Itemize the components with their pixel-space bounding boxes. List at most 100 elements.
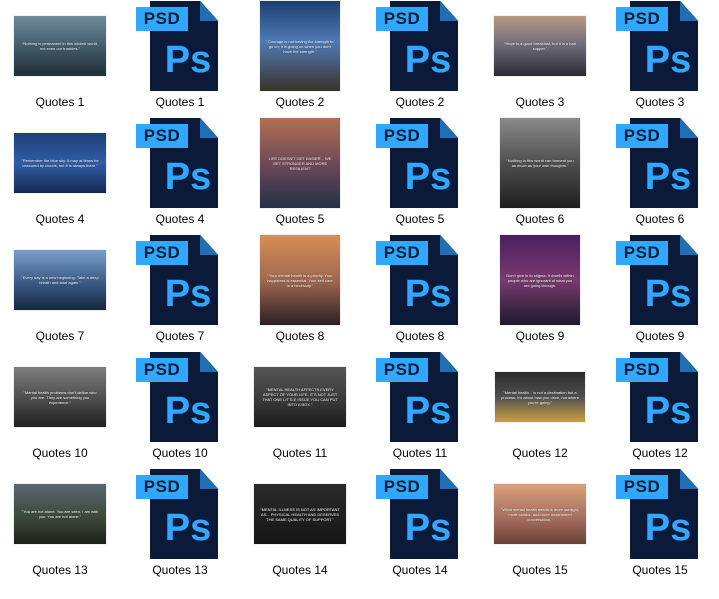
- image-file-item[interactable]: "Nothing in this world can torment you a…: [482, 117, 598, 232]
- thumbnail-quote-text: "Nothing is permanent in this wicked wor…: [21, 41, 99, 51]
- thumbnail-area: "Nothing in this world can torment you a…: [482, 117, 598, 209]
- file-name-label: Quotes 11: [272, 446, 328, 460]
- ps-glyph: Ps: [164, 507, 212, 549]
- image-file-item[interactable]: Don't give in to stigma. It dwells withi…: [482, 234, 598, 349]
- file-name-label: Quotes 8: [395, 329, 445, 343]
- photoshop-file-icon: PSD Ps: [616, 1, 704, 91]
- ps-glyph: Ps: [404, 156, 452, 198]
- image-file-item[interactable]: "Hope is a good breakfast, but it is a b…: [482, 0, 598, 115]
- photoshop-file-icon: PSD Ps: [136, 469, 224, 559]
- thumbnail-area: PSD Ps: [122, 0, 238, 92]
- photoshop-file-icon: PSD Ps: [376, 352, 464, 442]
- thumbnail-quote-text: "Courage is not having the strength to g…: [266, 38, 334, 54]
- psd-badge: PSD: [616, 241, 668, 265]
- thumbnail-quote-text: "You are not alone. You are seen. I am w…: [21, 509, 99, 519]
- image-file-item[interactable]: "Your mental health is a priority. Your …: [242, 234, 358, 349]
- thumbnail-area: "Nothing is permanent in this wicked wor…: [2, 0, 118, 92]
- photoshop-file-icon: PSD Ps: [616, 469, 704, 559]
- ps-glyph: Ps: [164, 273, 212, 315]
- psd-file-item[interactable]: PSD Ps Quotes 8: [362, 234, 478, 349]
- file-name-label: Quotes 10: [32, 446, 88, 460]
- file-name-label: Quotes 14: [272, 563, 328, 577]
- psd-file-item[interactable]: PSD Ps Quotes 7: [122, 234, 238, 349]
- psd-file-item[interactable]: PSD Ps Quotes 4: [122, 117, 238, 232]
- thumbnail-area: PSD Ps: [362, 117, 478, 209]
- thumbnail-area: "You are not alone. You are seen. I am w…: [2, 468, 118, 560]
- thumbnail-area: "Courage is not having the strength to g…: [242, 0, 358, 92]
- file-name-label: Quotes 13: [152, 563, 208, 577]
- thumbnail-area: "Mental health... is not a destination b…: [482, 351, 598, 443]
- file-name-label: Quotes 9: [515, 329, 565, 343]
- image-thumbnail: Don't give in to stigma. It dwells withi…: [500, 235, 580, 325]
- psd-file-item[interactable]: PSD Ps Quotes 11: [362, 351, 478, 466]
- psd-file-item[interactable]: PSD Ps Quotes 15: [602, 468, 718, 583]
- file-name-label: Quotes 15: [512, 563, 568, 577]
- photoshop-file-icon: PSD Ps: [136, 235, 224, 325]
- image-thumbnail: "MENTAL ILLNESS IS NOT AS IMPORTANT AS..…: [254, 484, 346, 544]
- image-file-item[interactable]: "MENTAL ILLNESS IS NOT AS IMPORTANT AS..…: [242, 468, 358, 583]
- psd-file-item[interactable]: PSD Ps Quotes 2: [362, 0, 478, 115]
- image-file-item[interactable]: "Every day is a new beginning. Take a de…: [2, 234, 118, 349]
- thumbnail-quote-text: "MENTAL ILLNESS IS NOT AS IMPORTANT AS..…: [260, 506, 340, 522]
- thumbnail-area: "What mental health needs is more sunlig…: [482, 468, 598, 560]
- thumbnail-area: PSD Ps: [362, 468, 478, 560]
- file-name-label: Quotes 5: [395, 212, 445, 226]
- ps-glyph: Ps: [644, 273, 692, 315]
- psd-file-item[interactable]: PSD Ps Quotes 10: [122, 351, 238, 466]
- file-name-label: Quotes 6: [635, 212, 685, 226]
- file-name-label: Quotes 12: [632, 446, 688, 460]
- thumbnail-quote-text: "MENTAL HEALTH AFFECTS EVERY ASPECT OF Y…: [262, 387, 338, 407]
- thumbnail-quote-text: "Every day is a new beginning. Take a de…: [21, 275, 99, 285]
- psd-badge: PSD: [376, 241, 428, 265]
- psd-badge: PSD: [136, 241, 188, 265]
- file-name-label: Quotes 5: [275, 212, 325, 226]
- thumbnail-area: "MENTAL ILLNESS IS NOT AS IMPORTANT AS..…: [242, 468, 358, 560]
- image-file-item[interactable]: LIFE DOESN'T GET EASIER... WE GET STRONG…: [242, 117, 358, 232]
- file-name-label: Quotes 7: [35, 329, 85, 343]
- file-name-label: Quotes 15: [632, 563, 688, 577]
- image-file-item[interactable]: "Nothing is permanent in this wicked wor…: [2, 0, 118, 115]
- ps-glyph: Ps: [164, 156, 212, 198]
- file-grid: "Nothing is permanent in this wicked wor…: [0, 0, 719, 599]
- photoshop-file-icon: PSD Ps: [616, 235, 704, 325]
- file-name-label: Quotes 2: [275, 95, 325, 109]
- thumbnail-area: PSD Ps: [602, 468, 718, 560]
- thumbnail-area: PSD Ps: [362, 234, 478, 326]
- image-file-item[interactable]: "Courage is not having the strength to g…: [242, 0, 358, 115]
- thumbnail-area: "Hope is a good breakfast, but it is a b…: [482, 0, 598, 92]
- thumbnail-area: "Remember the blue sky. It may at times …: [2, 117, 118, 209]
- photoshop-file-icon: PSD Ps: [376, 118, 464, 208]
- image-file-item[interactable]: "What mental health needs is more sunlig…: [482, 468, 598, 583]
- psd-file-item[interactable]: PSD Ps Quotes 12: [602, 351, 718, 466]
- image-thumbnail: "Remember the blue sky. It may at times …: [14, 133, 106, 193]
- psd-file-item[interactable]: PSD Ps Quotes 3: [602, 0, 718, 115]
- thumbnail-area: PSD Ps: [602, 117, 718, 209]
- psd-file-item[interactable]: PSD Ps Quotes 9: [602, 234, 718, 349]
- psd-file-item[interactable]: PSD Ps Quotes 14: [362, 468, 478, 583]
- image-file-item[interactable]: "Mental health problems don't define who…: [2, 351, 118, 466]
- psd-file-item[interactable]: PSD Ps Quotes 6: [602, 117, 718, 232]
- thumbnail-quote-text: "Hope is a good breakfast, but it is a b…: [504, 41, 576, 51]
- psd-file-item[interactable]: PSD Ps Quotes 13: [122, 468, 238, 583]
- image-file-item[interactable]: "Remember the blue sky. It may at times …: [2, 117, 118, 232]
- psd-file-item[interactable]: PSD Ps Quotes 1: [122, 0, 238, 115]
- image-thumbnail: LIFE DOESN'T GET EASIER... WE GET STRONG…: [260, 118, 340, 208]
- thumbnail-quote-text: "Nothing in this world can torment you a…: [506, 158, 574, 168]
- thumbnail-area: PSD Ps: [122, 468, 238, 560]
- image-thumbnail: "What mental health needs is more sunlig…: [494, 484, 586, 544]
- photoshop-file-icon: PSD Ps: [376, 235, 464, 325]
- file-name-label: Quotes 7: [155, 329, 205, 343]
- image-file-item[interactable]: "Mental health... is not a destination b…: [482, 351, 598, 466]
- thumbnail-quote-text: "Your mental health is a priority. Your …: [267, 272, 333, 288]
- image-file-item[interactable]: "MENTAL HEALTH AFFECTS EVERY ASPECT OF Y…: [242, 351, 358, 466]
- psd-file-item[interactable]: PSD Ps Quotes 5: [362, 117, 478, 232]
- ps-glyph: Ps: [644, 390, 692, 432]
- ps-glyph: Ps: [164, 390, 212, 432]
- image-file-item[interactable]: "You are not alone. You are seen. I am w…: [2, 468, 118, 583]
- thumbnail-quote-text: Don't give in to stigma. It dwells withi…: [506, 272, 574, 288]
- thumbnail-area: "Every day is a new beginning. Take a de…: [2, 234, 118, 326]
- psd-badge: PSD: [616, 475, 668, 499]
- thumbnail-area: "Your mental health is a priority. Your …: [242, 234, 358, 326]
- image-thumbnail: "MENTAL HEALTH AFFECTS EVERY ASPECT OF Y…: [254, 367, 346, 427]
- psd-badge: PSD: [136, 7, 188, 31]
